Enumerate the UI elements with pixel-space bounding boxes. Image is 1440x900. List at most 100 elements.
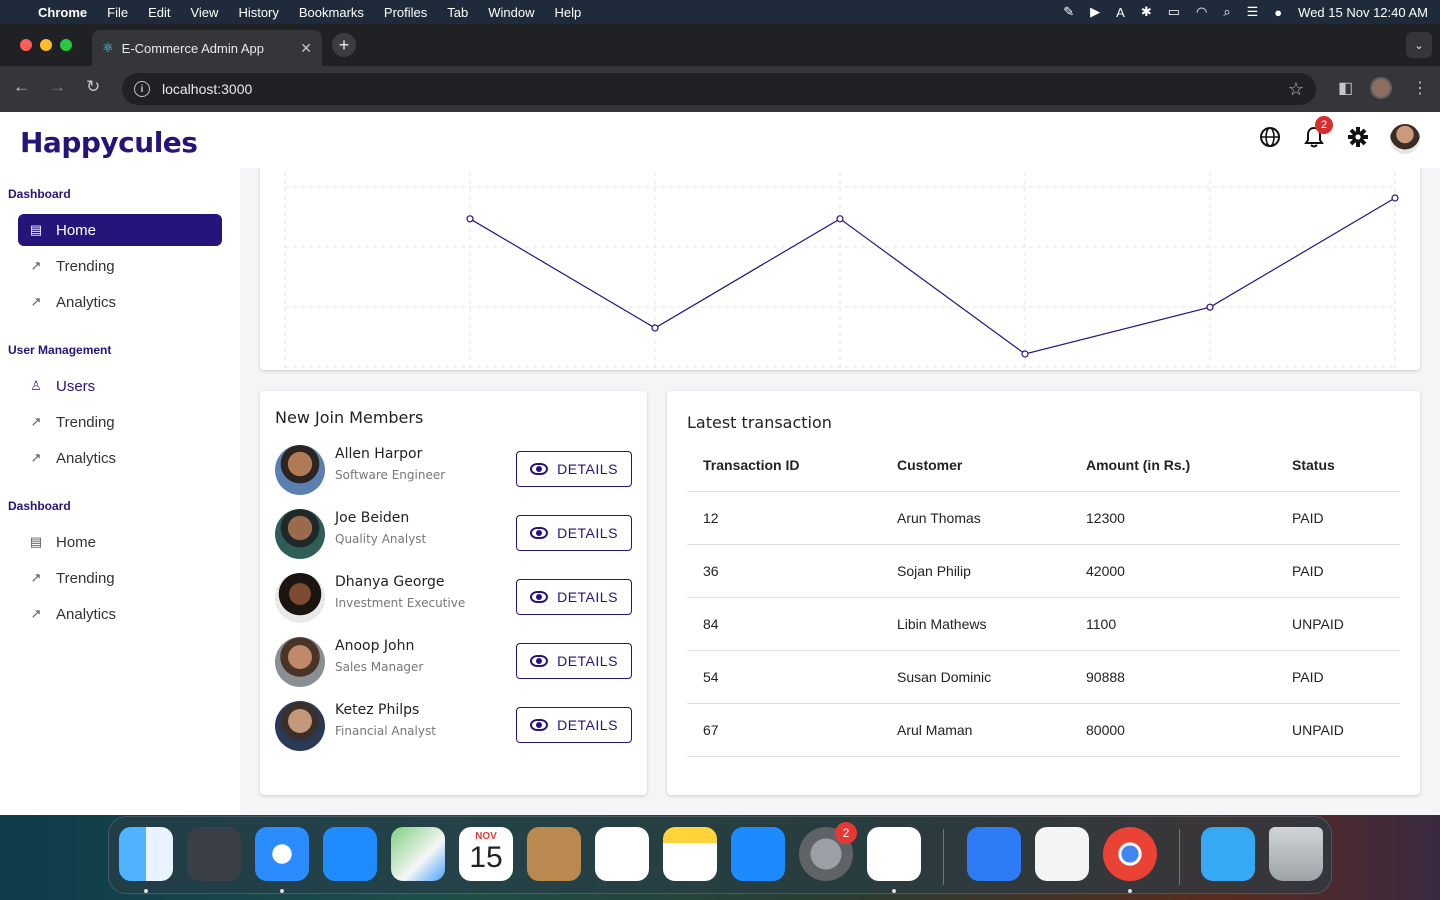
column-header-status[interactable]: Status [1276,439,1400,492]
details-button[interactable]: DETAILS [516,643,632,679]
language-globe-icon[interactable] [1257,124,1283,150]
new-members-card: New Join Members Allen Harpor Software E… [260,391,647,795]
column-header-amount[interactable]: Amount (in Rs.) [1070,439,1276,492]
xcode-icon[interactable] [967,827,1021,881]
sidebar-item-trending[interactable]: ↗ Trending [18,250,222,282]
admin-app: FebMarchJuneJulyAugSept Happycules 2 Das… [0,112,1440,815]
siri-icon[interactable]: ● [1274,5,1282,20]
sidebar-item-home[interactable]: ▤ Home [18,214,222,246]
tab-search-button[interactable]: ⌄ [1406,32,1432,58]
launchpad-icon[interactable] [187,827,241,881]
profile-avatar[interactable] [1370,77,1392,99]
window-close-button[interactable] [20,39,32,51]
settings-badge: 2 [835,822,857,844]
sidebar-item-trending[interactable]: ↗ Trending [18,562,222,594]
input-source-icon[interactable]: A [1116,5,1125,20]
safari-icon[interactable] [255,827,309,881]
tab-close-icon[interactable]: ✕ [300,40,312,57]
browser-tab-active[interactable]: ⚛ E-Commerce Admin App ✕ [92,30,322,66]
user-avatar[interactable] [1390,124,1420,154]
forward-arrow-icon[interactable]: → [49,77,66,97]
sidebar-item-home[interactable]: ▤ Home [18,526,222,558]
bookmark-star-icon[interactable]: ☆ [1288,79,1304,100]
cell-amount: 90888 [1070,650,1276,704]
bluetooth-icon[interactable]: ✱ [1141,4,1152,20]
menu-app-name[interactable]: Chrome [38,5,87,20]
sidebar-item-analytics[interactable]: ↗ Analytics [18,598,222,630]
member-name: Ketez Philps [335,702,420,718]
reload-icon[interactable]: ↻ [86,77,100,97]
column-header-transaction-id[interactable]: Transaction ID [687,439,881,492]
menu-help[interactable]: Help [555,5,582,20]
textedit-icon[interactable] [1035,827,1089,881]
details-button[interactable]: DETAILS [516,515,632,551]
menu-tab[interactable]: Tab [447,5,468,20]
details-button-label: DETAILS [557,653,618,669]
menu-profiles[interactable]: Profiles [384,5,427,20]
site-info-icon[interactable]: i [134,81,150,97]
list-item: Dhanya George Investment Executive DETAI… [275,572,635,624]
cell-customer: Susan Dominic [881,650,1070,704]
menu-view[interactable]: View [190,5,218,20]
menu-bar-clock[interactable]: Wed 15 Nov 12:40 AM [1298,5,1428,20]
calendar-day: 15 [469,841,503,874]
vscode-icon[interactable] [867,827,921,881]
window-minimize-button[interactable] [40,39,52,51]
sidebar: Dashboard ▤ Home ↗ Trending ↗ Analytics … [0,168,240,815]
details-button[interactable]: DETAILS [516,451,632,487]
cell-status: UNPAID [1276,703,1400,757]
brand-logo[interactable]: Happycules [20,126,198,159]
calendar-icon[interactable]: NOV 15 [459,827,513,881]
new-tab-button[interactable]: + [332,33,356,57]
app-store-icon[interactable] [731,827,785,881]
notes-icon[interactable] [663,827,717,881]
cell-transaction-id: 36 [687,544,881,598]
downloads-folder-icon[interactable] [1201,827,1255,881]
member-role: Quality Analyst [335,532,427,546]
react-favicon-icon: ⚛ [102,40,114,55]
side-panel-icon[interactable]: ◧ [1338,78,1353,98]
cell-transaction-id: 54 [687,650,881,704]
column-header-customer[interactable]: Customer [881,439,1070,492]
sidebar-item-trending[interactable]: ↗ Trending [18,406,222,438]
contacts-icon[interactable] [527,827,581,881]
menu-file[interactable]: File [107,5,128,20]
menu-history[interactable]: History [238,5,278,20]
menu-edit[interactable]: Edit [148,5,170,20]
sidebar-item-analytics[interactable]: ↗ Analytics [18,442,222,474]
data-point [1391,194,1399,202]
table-row: 12 Arun Thomas 12300 PAID [687,491,1400,545]
pen-icon[interactable]: ✎ [1063,4,1074,20]
sidebar-item-users[interactable]: ♙ Users [18,370,222,402]
maps-icon[interactable] [391,827,445,881]
details-button[interactable]: DETAILS [516,579,632,615]
cell-amount: 12300 [1070,491,1276,545]
trash-icon[interactable] [1269,827,1323,881]
menu-bookmarks[interactable]: Bookmarks [299,5,364,20]
address-bar[interactable]: i localhost:3000 ☆ [122,73,1316,105]
battery-icon[interactable]: ▭ [1168,4,1180,20]
window-zoom-button[interactable] [60,39,72,51]
mail-icon[interactable] [323,827,377,881]
menu-window[interactable]: Window [488,5,534,20]
details-button[interactable]: DETAILS [516,707,632,743]
finder-icon[interactable] [119,827,173,881]
avatar [275,701,325,751]
play-icon[interactable]: ▶ [1090,4,1100,20]
sidebar-item-label: Home [56,533,97,551]
settings-gear-icon[interactable] [1345,124,1371,150]
running-indicator [144,889,148,893]
chrome-icon[interactable] [1103,827,1157,881]
spotlight-search-icon[interactable]: ⌕ [1223,4,1230,20]
sidebar-item-analytics[interactable]: ↗ Analytics [18,286,222,318]
control-center-icon[interactable]: ☰ [1247,4,1259,20]
card-title: New Join Members [275,408,424,427]
wifi-icon[interactable]: ◠ [1196,4,1207,20]
back-arrow-icon[interactable]: ← [13,77,30,97]
latest-transactions-card: Latest transaction Transaction ID Custom… [667,391,1420,795]
url-text[interactable]: localhost:3000 [162,81,252,97]
list-item: Anoop John Sales Manager DETAILS [275,636,635,688]
card-title: Latest transaction [687,413,832,432]
chrome-menu-icon[interactable]: ⋮ [1412,78,1428,98]
reminders-icon[interactable] [595,827,649,881]
